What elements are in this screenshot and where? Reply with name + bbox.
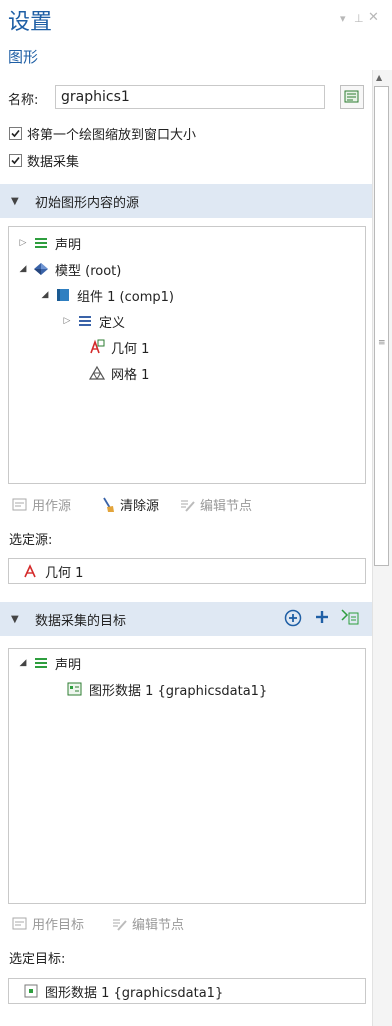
collapse-icon[interactable]: ◢: [17, 658, 29, 668]
data-collection-checkbox-row[interactable]: 数据采集: [9, 151, 79, 170]
tree-item-declarations[interactable]: ▷ 声明: [17, 233, 81, 253]
add-icon[interactable]: [314, 609, 330, 629]
edit-node-button[interactable]: 编辑节点: [112, 914, 184, 933]
edit-node-label: 编辑节点: [132, 918, 185, 933]
use-as-source-button[interactable]: 用作源: [12, 495, 71, 514]
scrollbar-thumb[interactable]: [374, 86, 389, 566]
node-label-icon: [344, 90, 359, 103]
thumb-grip-icon: ≡: [378, 338, 386, 348]
tree-item-label: 组件 1 (comp1): [77, 289, 174, 305]
tree-item-model-root[interactable]: ◢ 模型 (root): [17, 259, 121, 279]
equals-icon: [33, 235, 49, 251]
tree-item-geometry[interactable]: 几何 1: [89, 337, 149, 357]
selected-source-field: 几何 1: [8, 558, 366, 584]
data-collection-label: 数据采集: [27, 155, 80, 170]
pin-icon[interactable]: ⊥: [354, 12, 364, 25]
tree-item-component[interactable]: ◢ 组件 1 (comp1): [39, 285, 174, 305]
collapse-icon[interactable]: ◢: [17, 264, 29, 274]
graphics-data-icon: [23, 983, 39, 999]
tree-item-label: 声明: [55, 657, 82, 673]
selected-source-label: 选定源:: [9, 533, 53, 548]
tree-item-label: 模型 (root): [55, 263, 122, 279]
source-section-header[interactable]: ▼ 初始图形内容的源: [0, 184, 372, 218]
equals-icon: [77, 313, 93, 329]
name-label: 名称:: [8, 93, 39, 108]
add-node-icon[interactable]: [340, 607, 360, 631]
panel-menu-icon[interactable]: ▾: [340, 12, 346, 25]
tree-item-label: 图形数据 1 {graphicsdata1}: [89, 683, 268, 699]
selected-target-value: 图形数据 1 {graphicsdata1}: [45, 985, 224, 1001]
tree-item-label: 声明: [55, 237, 82, 253]
component-icon: [55, 287, 71, 303]
expand-icon[interactable]: ▷: [61, 316, 73, 326]
selected-source-value: 几何 1: [45, 565, 84, 581]
use-as-target-label: 用作目标: [32, 918, 85, 933]
zoom-first-plot-checkbox-row[interactable]: 将第一个绘图缩放到窗口大小: [9, 124, 196, 143]
edit-node-button[interactable]: 编辑节点: [180, 495, 252, 514]
clear-source-button[interactable]: 清除源: [100, 495, 159, 514]
equals-icon: [33, 655, 49, 671]
model-icon: [33, 261, 49, 277]
source-section-title: 初始图形内容的源: [35, 195, 140, 211]
tree-item-declarations[interactable]: ◢ 声明: [17, 653, 81, 673]
broom-icon: [100, 497, 116, 513]
target-section-title: 数据采集的目标: [35, 613, 127, 629]
graphics-data-icon: [67, 681, 83, 697]
tree-item-graphics-data[interactable]: 图形数据 1 {graphicsdata1}: [67, 679, 267, 699]
use-as-target-icon: [12, 916, 28, 932]
add-circle-icon[interactable]: [284, 609, 302, 631]
collapse-icon[interactable]: ◢: [39, 290, 51, 300]
zoom-first-plot-label: 将第一个绘图缩放到窗口大小: [27, 128, 197, 143]
selected-target-label: 选定目标:: [9, 952, 66, 967]
panel-subtitle: 图形: [8, 48, 39, 66]
tree-item-mesh[interactable]: 网格 1: [89, 363, 149, 383]
close-icon[interactable]: ✕: [368, 10, 379, 25]
panel-title: 设置: [8, 10, 53, 35]
collapse-arrow-icon: ▼: [11, 613, 19, 625]
node-label-button[interactable]: [340, 85, 364, 109]
clear-source-label: 清除源: [120, 499, 160, 514]
use-as-target-button[interactable]: 用作目标: [12, 914, 84, 933]
zoom-first-plot-checkbox[interactable]: [9, 127, 22, 140]
tree-item-label: 几何 1: [111, 341, 150, 357]
use-as-source-label: 用作源: [32, 499, 72, 514]
edit-node-label: 编辑节点: [200, 499, 253, 514]
scroll-up-icon[interactable]: ▲: [376, 73, 382, 82]
tree-item-definitions[interactable]: ▷ 定义: [61, 311, 125, 331]
edit-node-icon: [112, 916, 128, 932]
collapse-arrow-icon: ▼: [11, 195, 19, 207]
name-input[interactable]: [55, 85, 325, 109]
use-as-source-icon: [12, 497, 28, 513]
geometry-icon: [89, 339, 105, 355]
edit-node-icon: [180, 497, 196, 513]
selected-target-field: 图形数据 1 {graphicsdata1}: [8, 978, 366, 1004]
tree-item-label: 定义: [99, 315, 126, 331]
source-tree[interactable]: ▷ 声明 ◢ 模型 (root) ◢ 组件 1 (comp1) ▷ 定义 几何 …: [8, 226, 366, 484]
target-tree[interactable]: ◢ 声明 图形数据 1 {graphicsdata1}: [8, 648, 366, 904]
tree-item-label: 网格 1: [111, 367, 150, 383]
expand-icon[interactable]: ▷: [17, 238, 29, 248]
data-collection-checkbox[interactable]: [9, 154, 22, 167]
geometry-icon: [23, 563, 39, 579]
mesh-icon: [89, 365, 105, 381]
